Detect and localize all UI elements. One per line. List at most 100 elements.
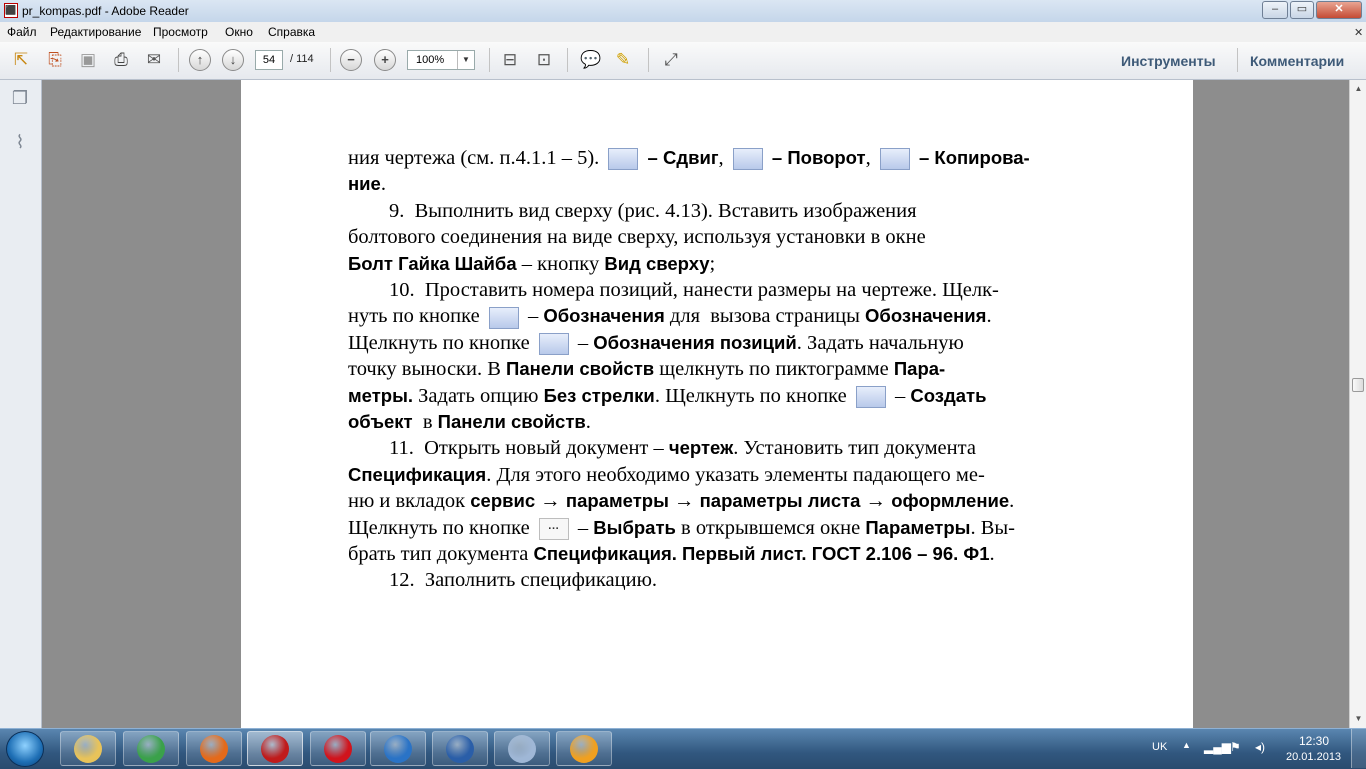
bold-term: Болт Гайка Шайба	[348, 252, 517, 274]
bold-term: сервис	[470, 490, 536, 512]
bold-term: метры.	[348, 384, 414, 406]
text-run: Щелкнуть по кнопке	[348, 331, 535, 354]
zoom-select[interactable]: 100% ▼	[407, 50, 475, 70]
taskbar-app[interactable]	[186, 731, 242, 766]
minimize-icon[interactable]: –	[1262, 1, 1288, 19]
document-line: точку выноски. В Панели свойств щелкнуть…	[348, 356, 1076, 382]
explorer-icon	[74, 734, 102, 763]
toolbar: ⇱ ⎘ ▣ ⎙ ✉ ↑ ↓ 54 / 114 − + 100% ▼ ⊟ ⊡ 💬 …	[0, 42, 1366, 80]
print-icon[interactable]: ⎙	[110, 49, 132, 71]
toolbar-separator	[330, 48, 331, 72]
bold-term: – Копирова-	[913, 147, 1030, 168]
clock-time[interactable]: 12:30	[1299, 734, 1329, 748]
tools-button[interactable]: Инструменты	[1121, 53, 1216, 69]
text-run: .	[986, 305, 992, 328]
menu-help[interactable]: Справка	[268, 25, 315, 39]
email-icon[interactable]: ✉	[143, 49, 165, 71]
text-run: в открывшемся окне	[675, 516, 866, 539]
document-line: Болт Гайка Шайба – кнопку Вид сверху;	[348, 251, 1076, 277]
close-icon[interactable]: ✕	[1316, 1, 1362, 19]
taskbar-app[interactable]	[123, 731, 179, 766]
adobe-reader-icon	[261, 734, 289, 763]
text-run: точку выноски. В	[348, 358, 507, 381]
clock-date[interactable]: 20.01.2013	[1286, 751, 1341, 763]
highlight-icon[interactable]: ✎	[612, 49, 634, 71]
volume-icon[interactable]: ◂)	[1255, 740, 1265, 754]
zoom-out-icon[interactable]: −	[340, 49, 362, 71]
bold-term: параметры листа	[699, 490, 861, 512]
taskbar-app[interactable]	[310, 731, 366, 766]
comments-button[interactable]: Комментарии	[1250, 53, 1344, 69]
shift-tool-icon	[608, 148, 639, 171]
text-run: –	[572, 331, 594, 354]
taskbar-app[interactable]	[494, 731, 550, 766]
start-button[interactable]	[6, 731, 44, 767]
comment-icon[interactable]: 💬	[580, 49, 602, 71]
expand-icon[interactable]: ⤢	[660, 49, 682, 71]
bold-term: параметры	[565, 490, 669, 512]
vertical-scrollbar[interactable]: ▲ ▼	[1349, 80, 1366, 728]
attachments-icon[interactable]: ⌇	[10, 132, 30, 154]
taskbar-app[interactable]	[370, 731, 426, 766]
scroll-up-icon[interactable]: ▲	[1352, 82, 1365, 95]
rotate-tool-icon	[732, 148, 763, 171]
menu-file[interactable]: Файл	[7, 25, 37, 39]
document-line: брать тип документа Спецификация. Первый…	[348, 541, 1076, 567]
pdf-page: ния чертежа (см. п.4.1.1 – 5). – Сдвиг, …	[241, 80, 1193, 728]
page-total: / 114	[290, 53, 314, 65]
zoom-in-icon[interactable]: +	[374, 49, 396, 71]
taskbar-app[interactable]	[247, 731, 303, 766]
menu-bar: Файл Редактирование Просмотр Окно Справк…	[0, 22, 1366, 43]
taskbar-app[interactable]	[432, 731, 488, 766]
text-run: Задать опцию	[413, 384, 544, 407]
menu-window[interactable]: Окно	[225, 25, 253, 39]
ellipsis-button-icon: ···	[538, 517, 569, 540]
bold-term: оформление	[891, 490, 1010, 512]
taskbar-app[interactable]	[556, 731, 612, 766]
copy-tool-icon	[879, 148, 910, 171]
document-line: ния чертежа (см. п.4.1.1 – 5). – Сдвиг, …	[348, 145, 1076, 171]
bold-term: Обозначения позиций	[593, 331, 797, 353]
maximize-icon[interactable]: ▭	[1290, 1, 1314, 19]
window-title: pr_kompas.pdf - Adobe Reader	[22, 4, 189, 18]
open-icon[interactable]: ⇱	[10, 49, 32, 71]
bold-term: Параметры	[865, 516, 971, 538]
text-run: .	[1009, 490, 1015, 513]
bold-term: – Сдвиг	[642, 147, 719, 168]
save-icon[interactable]: ▣	[77, 49, 99, 71]
bold-term: ние	[348, 173, 381, 195]
chevron-down-icon[interactable]: ▼	[457, 51, 474, 69]
text-run: в	[412, 411, 438, 433]
navigation-pane: ❐ ⌇	[0, 80, 42, 728]
bold-term: Создать	[910, 384, 987, 406]
tray-expand-icon[interactable]: ▲	[1182, 740, 1191, 750]
page-up-icon[interactable]: ↑	[189, 49, 211, 71]
page-number-input[interactable]: 54	[255, 50, 283, 70]
text-run: ,	[865, 147, 876, 169]
create-pdf-icon[interactable]: ⎘	[44, 49, 66, 71]
text-run: ,	[718, 147, 729, 169]
fit-width-icon[interactable]: ⊡	[533, 49, 555, 71]
language-indicator[interactable]: UK	[1152, 741, 1167, 753]
text-run: 12. Заполнить спецификацию.	[348, 569, 658, 592]
scroll-down-icon[interactable]: ▼	[1352, 712, 1365, 725]
text-run: щелкнуть по пиктограмме	[654, 358, 894, 381]
avast-icon	[570, 734, 598, 763]
close-document-icon[interactable]: ✕	[1354, 26, 1363, 39]
document-line: ние.	[348, 171, 1076, 197]
bold-term: чертеж	[668, 437, 734, 459]
bold-term: объект	[348, 411, 413, 432]
page-down-icon[interactable]: ↓	[222, 49, 244, 71]
taskbar-app[interactable]	[60, 731, 116, 766]
text-run: болтового соединения на виде сверху, исп…	[348, 226, 926, 249]
action-center-icon[interactable]: ⚑	[1230, 740, 1241, 754]
menu-edit[interactable]: Редактирование	[50, 25, 141, 39]
text-run: . Щелкнуть по кнопке	[654, 384, 852, 407]
fit-page-icon[interactable]: ⊟	[499, 49, 521, 71]
scroll-thumb[interactable]	[1352, 378, 1364, 392]
document-line: Спецификация. Для этого необходимо указа…	[348, 462, 1076, 488]
menu-view[interactable]: Просмотр	[153, 25, 208, 39]
network-icon[interactable]: ▂▄▆	[1204, 740, 1231, 754]
show-desktop-button[interactable]	[1351, 729, 1366, 768]
pages-icon[interactable]: ❐	[10, 88, 30, 110]
